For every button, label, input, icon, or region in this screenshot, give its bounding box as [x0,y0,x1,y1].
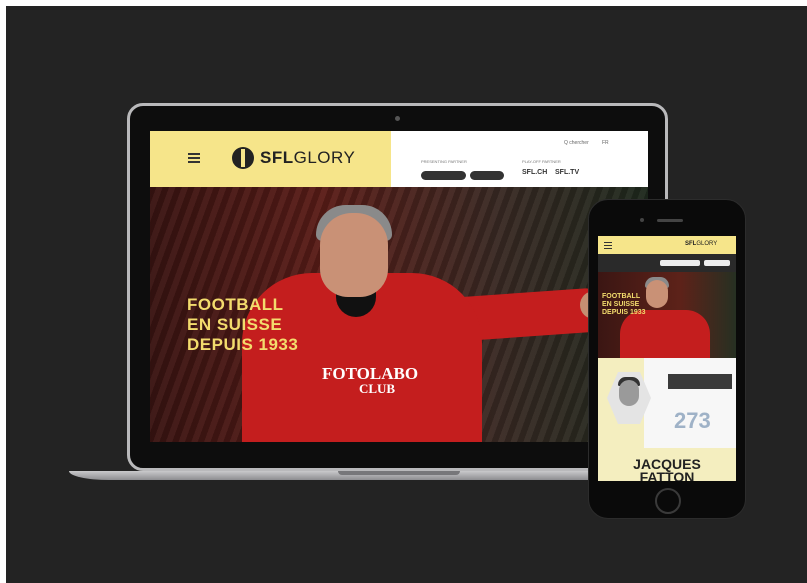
language-switch[interactable]: FR [602,140,609,146]
hamburger-icon[interactable] [604,242,612,251]
mobile-partner-logo-2[interactable] [704,260,730,266]
portrait-face [619,380,639,406]
mobile-logo-bold: SFL [685,241,697,247]
presenting-partner-label: PRESENTING PARTNER [421,159,467,164]
mobile-header: SFLGLORY [598,236,736,254]
shirt-sponsor: FOTOLABO CLUB [322,365,418,395]
mobile-player-head [646,280,668,308]
player-name: JACQUES FATTON [598,457,736,481]
sfl-shield-icon [232,147,254,169]
player-head [320,213,388,297]
hero-title-line1: FOOTBALL [187,295,284,314]
logo-bold: SFL [260,148,294,167]
sfl-tv-link[interactable]: SFL.TV [555,169,579,176]
mobile-partner-bar [598,254,736,272]
partner-logo-2[interactable] [470,171,504,180]
mobile-logo-light: GLORY [696,241,718,247]
search-link[interactable]: Q chercher [564,140,589,146]
player-name-line2: FATTON [639,469,695,481]
playoff-partner-label: PLAY-OFF PARTNER [522,159,561,164]
mobile-hero-title-line1: FOOTBALL [602,293,641,300]
mobile-logo[interactable]: SFLGLORY [685,241,717,247]
hero-title-line3: DEPUIS 1933 [187,335,299,354]
mobile-hero-title: FOOTBALL EN SUISSE DEPUIS 1933 [602,293,646,317]
hero-section: FOTOLABO CLUB FOOTBALL EN SUISSE DEPUIS … [150,187,648,442]
partner-logo-1[interactable] [421,171,466,180]
laptop-camera [395,116,400,121]
mobile-partner-logo-1[interactable] [660,260,700,266]
stat-card: 273 JACQUES FATTON [598,358,736,481]
hamburger-icon[interactable] [188,153,200,165]
stat-value: 273 [674,408,711,433]
phone-home-button [655,488,681,514]
desktop-site: SFLGLORY Q chercher FR PRESENTING PARTNE… [150,131,648,442]
logo-light: GLORY [293,148,356,167]
site-logo[interactable]: SFLGLORY [232,147,355,169]
hero-title-line2: EN SUISSE [187,315,283,334]
site-header: SFLGLORY Q chercher FR PRESENTING PARTNE… [150,131,648,187]
mobile-site: SFLGLORY FOOTBALL EN SUISSE DEPUIS 1933 … [598,236,736,481]
stat-label [668,374,732,389]
hero-title: FOOTBALL EN SUISSE DEPUIS 1933 [187,295,298,355]
mobile-player-shirt [620,310,710,360]
shirt-sponsor-line2: CLUB [358,381,396,396]
mobile-hero-title-line2: EN SUISSE [602,301,640,308]
mobile-hero-title-line3: DEPUIS 1933 [602,309,646,316]
laptop-base-notch [338,471,460,475]
sfl-ch-link[interactable]: SFL.CH [522,169,547,176]
phone-speaker [657,219,683,222]
stat-card-panel [644,358,736,448]
shirt-sponsor-line1: FOTOLABO [322,364,419,383]
phone-camera [640,218,644,222]
mobile-hero: FOOTBALL EN SUISSE DEPUIS 1933 [598,272,736,360]
